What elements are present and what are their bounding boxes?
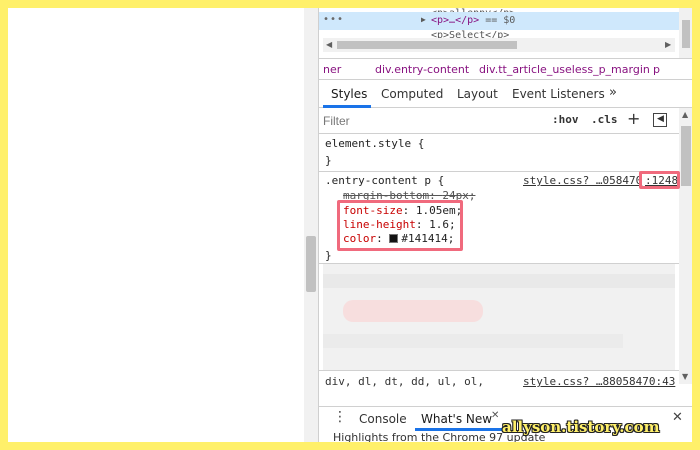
close-tab-icon[interactable]: ✕ xyxy=(491,410,499,421)
rule-selector[interactable]: element.style { xyxy=(325,137,424,150)
scroll-right-icon[interactable]: ▶ xyxy=(665,40,671,49)
rule-close-brace: } xyxy=(325,249,332,262)
more-options-icon[interactable]: ••• xyxy=(323,14,344,25)
page-scrollbar[interactable] xyxy=(304,8,318,442)
elements-scrollbar-thumb[interactable] xyxy=(682,20,690,48)
tab-event-listeners[interactable]: Event Listeners xyxy=(512,87,605,101)
tab-styles[interactable]: Styles xyxy=(331,87,367,101)
new-rule-button[interactable]: + xyxy=(627,109,640,128)
blurred-region xyxy=(323,264,675,370)
webpage-viewport xyxy=(8,8,304,442)
element-style-rule: element.style { } xyxy=(319,134,679,172)
devtools-panel: <p>alleppy</p> ••• ▶ <p>…</p> == $0 <p>S… xyxy=(318,8,692,442)
elements-tree: <p>alleppy</p> ••• ▶ <p>…</p> == $0 <p>S… xyxy=(319,8,692,58)
hover-state-button[interactable]: :hov xyxy=(552,113,579,126)
expand-arrow-icon[interactable]: ▶ xyxy=(421,15,426,24)
horizontal-scrollbar-thumb[interactable] xyxy=(337,41,517,49)
breadcrumb-item[interactable]: ner xyxy=(323,63,341,76)
rule-selector[interactable]: div, dl, dt, dd, ul, ol, xyxy=(325,375,484,388)
rule-source-link[interactable]: style.css? …058470 xyxy=(523,174,642,187)
close-drawer-icon[interactable]: ✕ xyxy=(672,410,683,425)
rule-close-brace: } xyxy=(325,154,332,167)
elements-horizontal-scrollbar[interactable]: ◀ ▶ xyxy=(323,38,675,52)
generic-rule: div, dl, dt, dd, ul, ol, style.css? …880… xyxy=(319,370,679,394)
rule-selector[interactable]: .entry-content p { xyxy=(325,174,444,187)
toggle-sidebar-icon[interactable]: ◀ xyxy=(653,113,667,127)
tab-computed[interactable]: Computed xyxy=(381,87,443,101)
scroll-left-icon[interactable]: ◀ xyxy=(326,40,332,49)
elements-vertical-scrollbar[interactable] xyxy=(679,8,692,58)
filter-input[interactable] xyxy=(323,112,539,130)
breadcrumb-item[interactable]: p xyxy=(653,63,660,76)
dom-tag-text: <p>…</p> xyxy=(431,15,480,26)
breadcrumb-item[interactable]: div.entry-content xyxy=(375,63,469,76)
entry-content-rule: .entry-content p { style.css? …058470 :1… xyxy=(319,171,680,264)
tab-whats-new[interactable]: What's New xyxy=(421,412,492,426)
scroll-up-icon[interactable]: ▲ xyxy=(682,110,688,119)
class-toggle-button[interactable]: .cls xyxy=(591,113,618,126)
watermark: allyson.tistory.com xyxy=(502,418,660,436)
drawer-menu-icon[interactable]: ⋮ xyxy=(333,409,347,425)
dom-node-selected[interactable]: ••• ▶ <p>…</p> == $0 xyxy=(319,12,679,30)
styles-toolbar: :hov .cls + ◀ xyxy=(319,108,692,134)
tab-console[interactable]: Console xyxy=(359,412,407,426)
styles-scrollbar-thumb[interactable] xyxy=(681,126,691,186)
dom-selected-marker: == $0 xyxy=(479,15,516,26)
breadcrumb: ner div.entry-content div.tt_article_use… xyxy=(319,58,692,80)
dom-node-tag: <p>…</p> == $0 xyxy=(431,15,515,26)
more-tabs-icon[interactable]: » xyxy=(609,85,617,100)
breadcrumb-item[interactable]: div.tt_article_useless_p_margin xyxy=(479,63,650,76)
source-line-highlight xyxy=(639,171,680,189)
scroll-down-icon[interactable]: ▼ xyxy=(682,372,688,381)
tab-layout[interactable]: Layout xyxy=(457,87,498,101)
properties-highlight xyxy=(337,200,463,251)
rule-source-link[interactable]: style.css? …88058470:43 xyxy=(523,375,675,388)
page-scrollbar-thumb[interactable] xyxy=(306,236,316,292)
styles-scrollbar[interactable]: ▲ ▼ xyxy=(679,108,692,384)
sidebar-tabs: Styles Computed Layout Event Listeners » xyxy=(319,80,692,108)
